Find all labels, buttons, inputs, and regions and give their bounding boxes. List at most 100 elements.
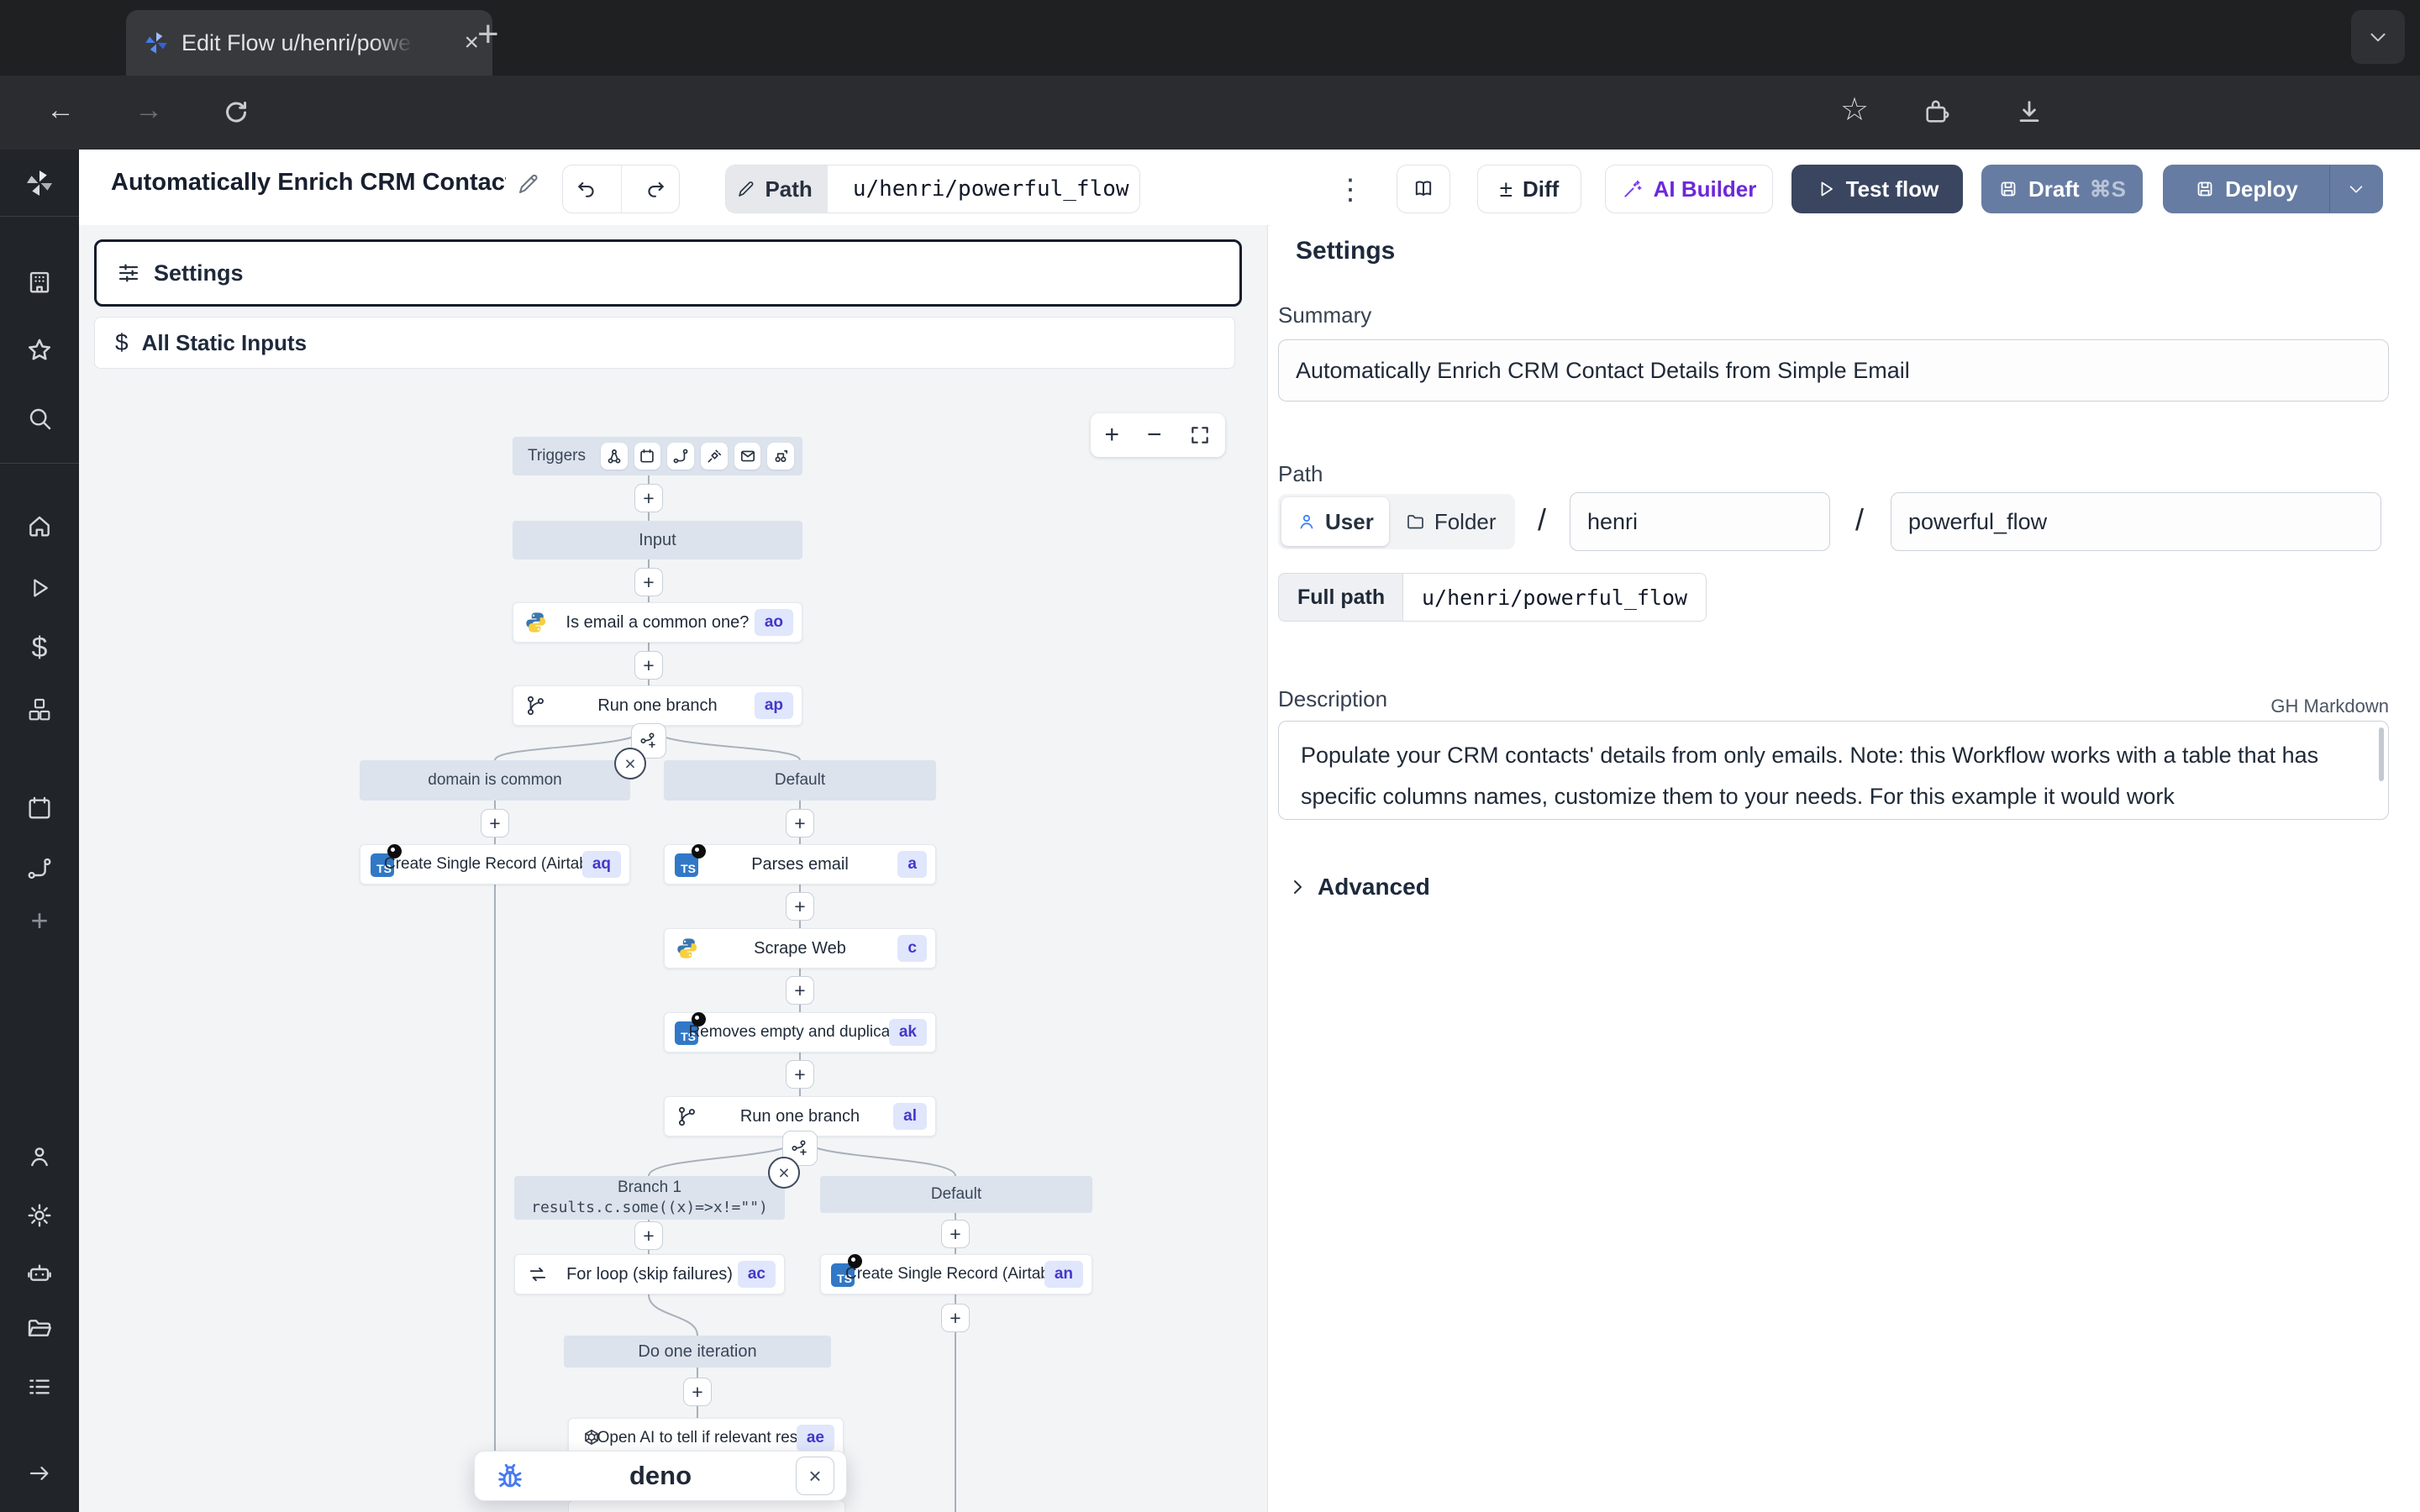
sidebar-item-home[interactable] bbox=[0, 509, 79, 543]
do-one-iteration-node[interactable]: Do one iteration bbox=[564, 1336, 831, 1368]
deploy-button-main[interactable]: Deploy bbox=[2164, 176, 2329, 202]
path-owner-input[interactable] bbox=[1570, 492, 1830, 551]
new-tab-button[interactable]: + bbox=[477, 13, 499, 55]
forward-icon[interactable]: → bbox=[134, 94, 163, 127]
sidebar-item-resources[interactable] bbox=[0, 693, 79, 727]
reload-icon[interactable] bbox=[220, 97, 250, 135]
sidebar-item-add[interactable]: + bbox=[0, 904, 79, 937]
zoom-out-button[interactable]: − bbox=[1147, 421, 1162, 449]
browser-tab[interactable]: Edit Flow u/henri/powerful_flo × bbox=[126, 10, 492, 76]
flow-node-create-record-airtable-2[interactable]: TS Create Single Record (Airtable) an bbox=[820, 1254, 1092, 1294]
insert-step-button[interactable]: + bbox=[786, 892, 814, 921]
flow-node-run-one-branch[interactable]: Run one branch ap bbox=[513, 685, 802, 726]
insert-step-button[interactable]: + bbox=[634, 651, 663, 680]
edit-title-pencil-icon[interactable] bbox=[516, 171, 541, 201]
redo-button[interactable] bbox=[631, 165, 679, 213]
email-trigger-icon[interactable] bbox=[734, 443, 761, 470]
download-icon[interactable] bbox=[2015, 97, 2044, 134]
insert-step-button[interactable]: + bbox=[683, 1378, 712, 1406]
chevron-right-icon bbox=[1287, 877, 1307, 897]
branch-default[interactable]: Default bbox=[664, 760, 936, 801]
insert-step-button[interactable]: + bbox=[481, 809, 509, 837]
sidebar-item-schedules[interactable] bbox=[0, 791, 79, 825]
diff-button[interactable]: ± Diff bbox=[1477, 165, 1581, 213]
advanced-label: Advanced bbox=[1318, 874, 1430, 900]
insert-step-button[interactable]: + bbox=[786, 976, 814, 1005]
sidebar-item-folders[interactable] bbox=[0, 1311, 79, 1345]
sidebar-item-routes[interactable] bbox=[0, 852, 79, 885]
folder-toggle-option[interactable]: Folder bbox=[1391, 497, 1512, 546]
sidebar-item-search[interactable] bbox=[0, 402, 79, 435]
sidebar-item-favorites[interactable] bbox=[0, 333, 79, 367]
test-flow-button[interactable]: Test flow bbox=[1791, 165, 1963, 213]
insert-step-button[interactable]: + bbox=[634, 484, 663, 512]
insert-step-button[interactable]: + bbox=[941, 1220, 970, 1248]
zoom-in-button[interactable]: + bbox=[1104, 421, 1119, 449]
sidebar-item-logs[interactable] bbox=[0, 1370, 79, 1404]
fit-view-button[interactable] bbox=[1189, 424, 1211, 446]
flow-node-is-email-common[interactable]: Is email a common one? ao bbox=[513, 602, 802, 643]
webhook-trigger-icon[interactable] bbox=[601, 443, 628, 470]
app-window: Edit Flow u/henri/powerful_flo × + ← → a… bbox=[0, 0, 2420, 1512]
settings-panel-title: Settings bbox=[1296, 237, 1395, 265]
insert-step-button[interactable]: + bbox=[941, 1304, 970, 1332]
remove-branch-button[interactable]: × bbox=[614, 748, 646, 780]
draft-shortcut: ⌘S bbox=[2090, 176, 2126, 202]
more-options-kebab-icon[interactable]: ⋮ bbox=[1336, 173, 1365, 207]
path-name-input[interactable] bbox=[1891, 492, 2381, 551]
sidebar-item-workspace[interactable] bbox=[0, 265, 79, 299]
sidebar-item-runs[interactable] bbox=[0, 571, 79, 605]
tab-search-button[interactable] bbox=[2351, 10, 2405, 64]
branch-domain-is-common[interactable]: domain is common bbox=[360, 760, 630, 801]
websocket-trigger-icon[interactable] bbox=[701, 443, 728, 470]
flow-node-partial[interactable] bbox=[568, 1500, 845, 1512]
docs-book-button[interactable] bbox=[1397, 165, 1450, 213]
insert-step-button[interactable]: + bbox=[786, 809, 814, 837]
description-label: Description bbox=[1278, 686, 1387, 712]
remove-branch-button[interactable]: × bbox=[768, 1157, 800, 1189]
ai-builder-label: AI Builder bbox=[1654, 176, 1757, 202]
flow-title[interactable]: Automatically Enrich CRM Contact bbox=[111, 169, 506, 197]
path-button[interactable]: Path u/henri/powerful_flow bbox=[725, 165, 1140, 213]
full-path-label: Full path bbox=[1278, 573, 1403, 622]
poll-trigger-icon[interactable] bbox=[767, 443, 794, 470]
windmill-logo[interactable] bbox=[0, 163, 79, 203]
flow-node-create-record-airtable[interactable]: TS Create Single Record (Airtable) aq bbox=[360, 844, 630, 885]
summary-input[interactable] bbox=[1278, 339, 2389, 402]
insert-step-button[interactable]: + bbox=[634, 1221, 663, 1250]
bookmark-star-icon[interactable]: ☆ bbox=[1840, 91, 1869, 129]
branch-default-2[interactable]: Default bbox=[820, 1176, 1092, 1213]
route-trigger-icon[interactable] bbox=[667, 443, 694, 470]
schedule-trigger-icon[interactable] bbox=[634, 443, 661, 470]
sidebar-item-variables[interactable]: $ bbox=[0, 631, 79, 664]
settings-menu-item[interactable]: Settings bbox=[94, 239, 1242, 307]
flow-node-for-loop[interactable]: For loop (skip failures) ac bbox=[514, 1254, 785, 1294]
advanced-section-toggle[interactable]: Advanced bbox=[1287, 874, 1430, 900]
sidebar-expand-arrow[interactable] bbox=[0, 1457, 79, 1490]
undo-button[interactable] bbox=[563, 165, 611, 213]
description-textarea[interactable]: Populate your CRM contacts' details from… bbox=[1278, 721, 2389, 820]
all-static-inputs-item[interactable]: $ All Static Inputs bbox=[94, 317, 1235, 369]
branch-1[interactable]: Branch 1 results.c.some((x)=>x!="") bbox=[514, 1176, 785, 1220]
extensions-puzzle-icon[interactable] bbox=[1923, 97, 1951, 134]
deploy-dropdown-button[interactable] bbox=[2330, 180, 2382, 198]
insert-step-button[interactable]: + bbox=[634, 568, 663, 596]
insert-step-button[interactable]: + bbox=[786, 1060, 814, 1089]
triggers-node[interactable]: Triggers bbox=[513, 437, 802, 475]
sidebar-item-users[interactable] bbox=[0, 1140, 79, 1173]
deno-tooltip-card[interactable]: deno × bbox=[474, 1451, 847, 1501]
flow-node-parses-email[interactable]: TS Parses email a bbox=[664, 844, 936, 885]
user-toggle-label: User bbox=[1325, 509, 1374, 535]
user-toggle-option[interactable]: User bbox=[1281, 497, 1389, 546]
input-node[interactable]: Input bbox=[513, 521, 802, 559]
sidebar-item-settings[interactable] bbox=[0, 1199, 79, 1232]
draft-button[interactable]: Draft ⌘S bbox=[1981, 165, 2143, 213]
deploy-button[interactable]: Deploy bbox=[2163, 165, 2383, 213]
flow-node-removes-empty-duplicates[interactable]: TS Removes empty and duplicates ak bbox=[664, 1012, 936, 1053]
ai-builder-button[interactable]: AI Builder bbox=[1605, 165, 1773, 213]
flow-node-scrape-web[interactable]: Scrape Web c bbox=[664, 928, 936, 969]
tooltip-close-button[interactable]: × bbox=[796, 1457, 834, 1495]
sidebar-item-workers[interactable] bbox=[0, 1256, 79, 1289]
description-scrollbar[interactable] bbox=[2379, 727, 2384, 781]
back-icon[interactable]: ← bbox=[46, 94, 75, 127]
